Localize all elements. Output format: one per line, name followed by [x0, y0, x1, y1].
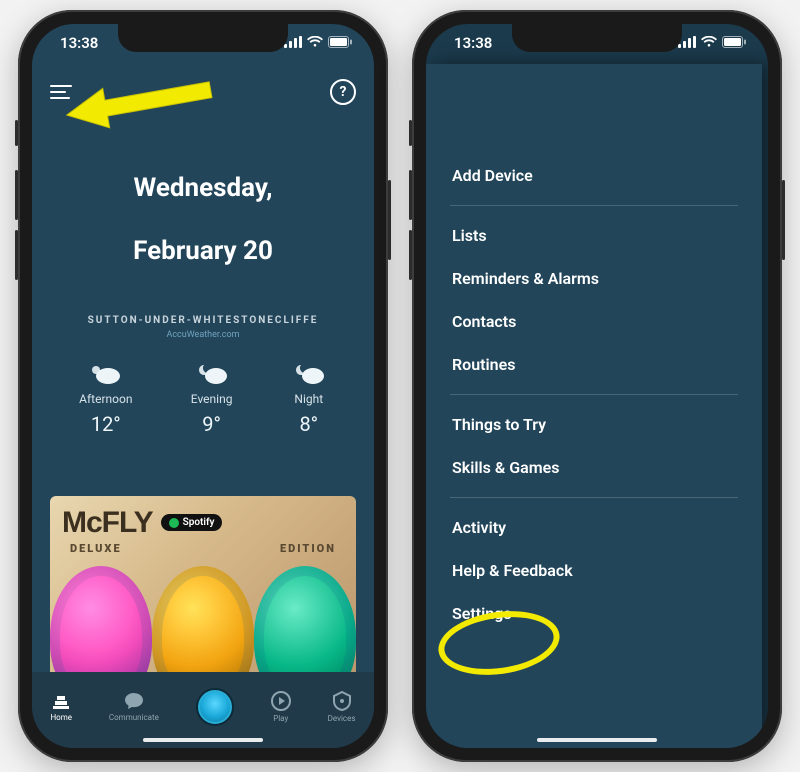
weather-source: AccuWeather.com [50, 330, 356, 340]
menu-button[interactable] [50, 85, 72, 99]
battery-icon [328, 36, 352, 48]
drawer-help-feedback[interactable]: Help & Feedback [450, 549, 738, 592]
drawer-activity[interactable]: Activity [450, 506, 738, 549]
drawer-add-device[interactable]: Add Device [450, 154, 738, 197]
forecast-night: Night 8° [291, 362, 327, 436]
play-icon [271, 691, 291, 711]
phone-notch [118, 24, 288, 52]
music-sub-right: EDITION [280, 542, 336, 555]
phone-mockup-right: 13:38 ? ht ° Devices [412, 10, 782, 762]
phone-side-button [15, 230, 18, 280]
drawer-separator [450, 205, 738, 206]
nav-devices[interactable]: Devices [328, 691, 356, 723]
date-line1: Wednesday, [134, 173, 273, 203]
nav-home[interactable]: Home [50, 692, 72, 722]
forecast-temp: 12° [91, 412, 121, 436]
spotify-label: Spotify [183, 517, 215, 528]
date-line2: February 20 [133, 236, 273, 266]
drawer-routines[interactable]: Routines [450, 343, 738, 386]
drawer-separator [450, 394, 738, 395]
side-drawer: Add Device Lists Reminders & Alarms Cont… [426, 64, 762, 748]
home-indicator[interactable] [143, 738, 263, 742]
forecast-period: Evening [191, 392, 233, 406]
drawer-things-to-try[interactable]: Things to Try [450, 403, 738, 446]
nav-label: Home [50, 713, 72, 722]
drawer-lists[interactable]: Lists [450, 214, 738, 257]
forecast-temp: 9° [202, 412, 221, 436]
weather-block[interactable]: SUTTON-UNDER-WHITESTONECLIFFE AccuWeathe… [50, 315, 356, 436]
phone-side-button [15, 120, 18, 146]
music-card[interactable]: McFLY Spotify DELUXE EDITION [50, 496, 356, 696]
phone-side-button [409, 230, 412, 280]
forecast-evening: Evening 9° [191, 362, 233, 436]
drawer-separator [450, 497, 738, 498]
drawer-skills-games[interactable]: Skills & Games [450, 446, 738, 489]
phone-side-button [409, 120, 412, 146]
devices-icon [332, 691, 352, 711]
home-content: Wednesday, February 20 SUTTON-UNDER-WHIT… [32, 114, 374, 678]
bottom-nav: Home Communicate Play Devices [32, 672, 374, 748]
nav-play[interactable]: Play [271, 691, 291, 723]
phone-side-button [15, 170, 18, 220]
spotify-icon [169, 518, 179, 528]
nav-label: Play [273, 714, 288, 723]
status-time: 13:38 [454, 34, 492, 52]
battery-icon [722, 36, 746, 48]
status-time: 13:38 [60, 34, 98, 52]
chat-icon [124, 692, 144, 710]
alexa-icon [196, 688, 234, 726]
drawer-contacts[interactable]: Contacts [450, 300, 738, 343]
nav-label: Devices [328, 714, 356, 723]
phone-side-button [388, 180, 391, 260]
weather-location: SUTTON-UNDER-WHITESTONECLIFFE [50, 315, 356, 326]
cloud-moon-icon [194, 362, 230, 386]
help-icon[interactable]: ? [330, 79, 356, 105]
home-indicator[interactable] [537, 738, 657, 742]
wifi-icon [701, 36, 717, 48]
drawer-reminders[interactable]: Reminders & Alarms [450, 257, 738, 300]
cloud-sun-icon [88, 362, 124, 386]
forecast-period: Afternoon [79, 392, 132, 406]
nav-label: Communicate [109, 713, 159, 722]
spotify-badge: Spotify [161, 514, 223, 531]
wifi-icon [307, 36, 323, 48]
date-title: Wednesday, February 20 [50, 142, 356, 267]
home-icon [51, 692, 71, 710]
phone-mockup-left: 13:38 ? Wednesday, February 20 [18, 10, 388, 762]
cloud-moon-icon [291, 362, 327, 386]
drawer-settings[interactable]: Settings [450, 592, 738, 635]
nav-communicate[interactable]: Communicate [109, 692, 159, 722]
forecast-period: Night [294, 392, 323, 406]
phone-notch [512, 24, 682, 52]
music-sub-left: DELUXE [70, 542, 122, 555]
music-title: McFLY [62, 506, 153, 540]
phone-side-button [782, 180, 785, 260]
phone-side-button [409, 170, 412, 220]
nav-alexa[interactable] [196, 688, 234, 726]
forecast-temp: 8° [299, 412, 318, 436]
forecast-afternoon: Afternoon 12° [79, 362, 132, 436]
